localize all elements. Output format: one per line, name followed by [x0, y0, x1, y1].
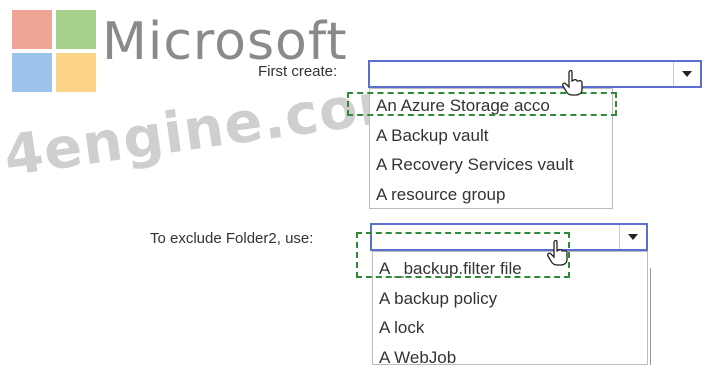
question2-option[interactable]: A WebJob	[373, 343, 647, 365]
question1-option[interactable]: A Recovery Services vault	[370, 150, 612, 180]
exam-question-canvas: Microsoft 4engine.com First create: An A…	[0, 0, 702, 365]
logo-square-blue	[12, 53, 52, 92]
hand-pointer-icon	[547, 240, 568, 266]
question2-option[interactable]: A backup policy	[373, 284, 647, 314]
logo-square-green	[56, 10, 96, 49]
chevron-down-icon[interactable]	[619, 225, 646, 249]
question1-option[interactable]: A Backup vault	[370, 121, 612, 151]
question2-option[interactable]: A lock	[373, 313, 647, 343]
question2-label: To exclude Folder2, use:	[150, 230, 314, 247]
answer-highlight-q2	[356, 232, 570, 278]
question1-select[interactable]	[368, 60, 702, 88]
question1-option[interactable]: A resource group	[370, 180, 612, 210]
question1-label: First create:	[258, 63, 338, 80]
microsoft-logo	[12, 10, 96, 92]
logo-square-red	[12, 10, 52, 49]
logo-square-yellow	[56, 53, 96, 92]
hand-pointer-icon	[562, 70, 583, 96]
scrollbar-track[interactable]	[650, 268, 651, 365]
chevron-down-icon[interactable]	[673, 62, 700, 86]
